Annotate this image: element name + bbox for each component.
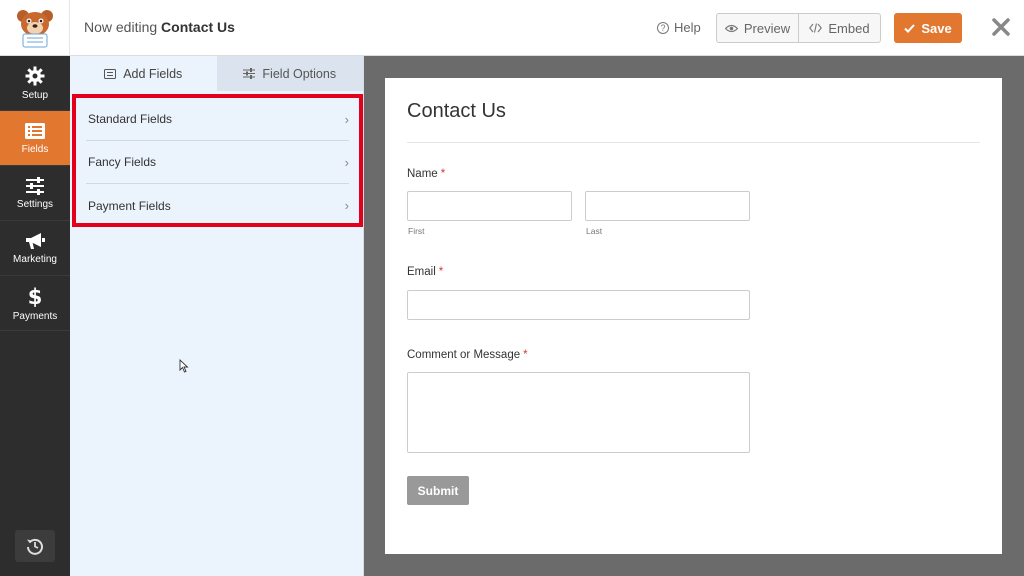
- message-label: Comment or Message *: [407, 349, 528, 361]
- nav-payments[interactable]: $ Payments: [0, 276, 70, 331]
- required-mark: *: [523, 349, 528, 361]
- field-groups-highlight: Standard Fields › Fancy Fields › Payment…: [72, 94, 363, 227]
- editing-prefix: Now editing: [84, 19, 158, 35]
- message-label-text: Comment or Message: [407, 349, 521, 361]
- panel-tabs: Add Fields Field Options: [70, 56, 363, 91]
- tab-label-field-options: Field Options: [262, 66, 337, 81]
- nav-marketing[interactable]: Marketing: [0, 221, 70, 276]
- nav-label-payments: Payments: [12, 310, 58, 322]
- nav-fields[interactable]: Fields: [0, 111, 70, 166]
- check-icon: [904, 23, 916, 33]
- form-title: Contact Us: [407, 100, 506, 122]
- form-preview: Contact Us Name * First Last Email * Comme…: [385, 78, 1002, 554]
- last-sublabel: Last: [586, 226, 603, 236]
- dollar-icon: $: [28, 285, 42, 307]
- mouse-cursor-icon: [179, 359, 189, 373]
- fields-panel: Add Fields Field Options Standard Fields…: [70, 56, 364, 576]
- code-icon: [809, 23, 823, 33]
- group-standard-fields[interactable]: Standard Fields ›: [86, 98, 349, 141]
- first-sublabel: First: [408, 226, 425, 236]
- email-input[interactable]: [407, 290, 750, 320]
- megaphone-icon: [26, 232, 45, 249]
- history-icon: [27, 538, 43, 555]
- embed-button[interactable]: Embed: [798, 14, 880, 42]
- save-button[interactable]: Save: [894, 13, 962, 43]
- form-name: Contact Us: [161, 19, 235, 35]
- email-label-text: Email: [407, 266, 436, 278]
- nav-setup[interactable]: Setup: [0, 56, 70, 111]
- editing-title: Now editing Contact Us: [84, 19, 235, 35]
- gear-icon: [25, 66, 45, 85]
- group-fancy-fields[interactable]: Fancy Fields ›: [86, 141, 349, 184]
- svg-text:$: $: [28, 285, 42, 307]
- email-label: Email *: [407, 266, 443, 278]
- chevron-right-icon: ›: [344, 111, 349, 127]
- top-bar: Now editing Contact Us ? Help Preview Em…: [0, 0, 1024, 56]
- group-label: Payment Fields: [88, 198, 171, 213]
- preview-embed-group: Preview Embed: [716, 13, 881, 43]
- preview-button[interactable]: Preview: [717, 14, 798, 42]
- tab-add-fields[interactable]: Add Fields: [70, 56, 217, 91]
- chevron-right-icon: ›: [344, 198, 349, 213]
- name-label-text: Name: [407, 168, 438, 180]
- last-name-input[interactable]: [585, 191, 750, 221]
- required-mark: *: [438, 266, 444, 278]
- nav-settings[interactable]: Settings: [0, 166, 70, 221]
- revisions-button[interactable]: [15, 530, 55, 562]
- help-button[interactable]: ? Help: [657, 20, 701, 35]
- wpforms-logo[interactable]: [0, 0, 70, 56]
- preview-label: Preview: [743, 20, 791, 36]
- save-label: Save: [921, 20, 952, 36]
- close-icon[interactable]: [990, 16, 1012, 38]
- help-label: Help: [674, 20, 701, 35]
- fields-list-icon: [25, 122, 45, 139]
- title-divider: [407, 142, 980, 143]
- group-label: Fancy Fields: [88, 155, 157, 169]
- sliders-icon: [26, 176, 44, 195]
- nav-label-fields: Fields: [21, 143, 49, 155]
- tab-label-add-fields: Add Fields: [123, 66, 183, 81]
- group-label: Standard Fields: [88, 112, 173, 126]
- builder-sidebar: Setup Fields Settings Marketing $ Paymen…: [0, 56, 70, 576]
- message-textarea[interactable]: [407, 372, 750, 453]
- nav-label-setup: Setup: [21, 89, 49, 101]
- tab-field-options[interactable]: Field Options: [216, 56, 363, 91]
- chevron-right-icon: ›: [344, 154, 349, 170]
- nav-label-settings: Settings: [16, 198, 54, 210]
- eye-icon: [724, 24, 738, 32]
- group-payment-fields[interactable]: Payment Fields ›: [86, 184, 349, 227]
- form-preview-area: Contact Us Name * First Last Email * Comme…: [364, 56, 1024, 576]
- embed-label: Embed: [828, 20, 870, 36]
- submit-button[interactable]: Submit: [407, 476, 469, 505]
- sliders-icon: [243, 68, 256, 79]
- name-label: Name *: [407, 168, 445, 180]
- first-name-input[interactable]: [407, 191, 572, 221]
- nav-label-marketing: Marketing: [13, 253, 57, 265]
- required-mark: *: [440, 168, 446, 180]
- help-circle-icon: ?: [657, 21, 669, 34]
- list-icon: [104, 68, 117, 79]
